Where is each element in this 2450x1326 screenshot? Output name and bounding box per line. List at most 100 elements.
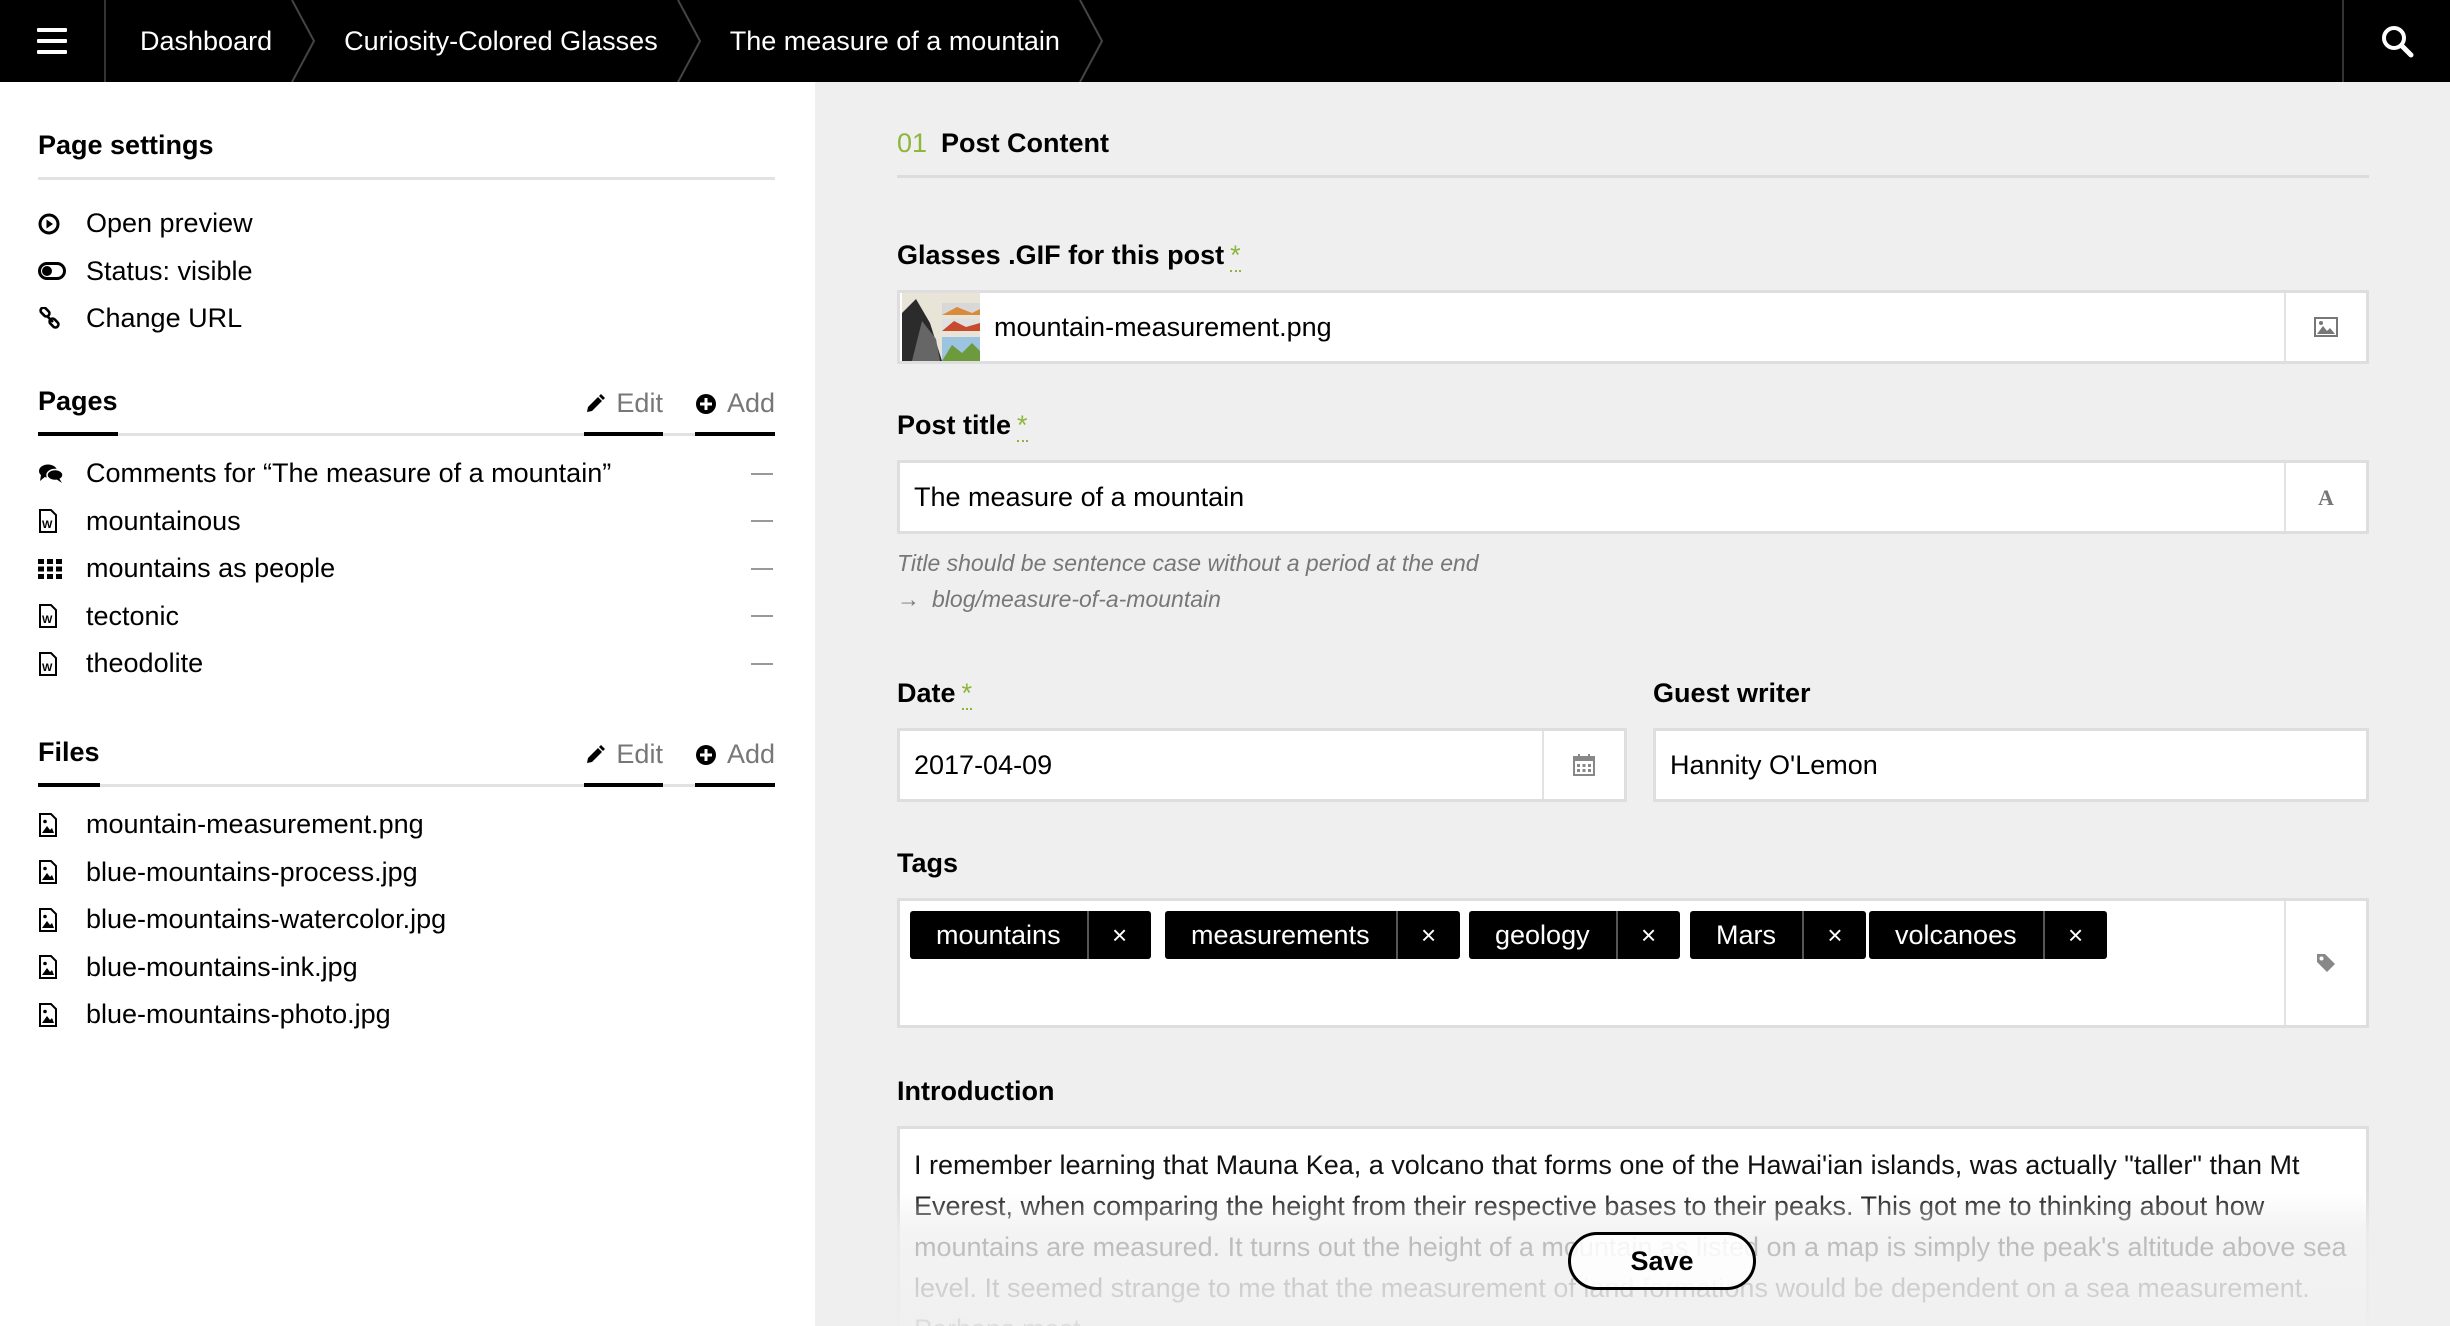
file-label: blue-mountains-ink.jpg [86,951,358,982]
file-item[interactable]: blue-mountains-process.jpg [38,849,775,897]
tag-chip[interactable]: Mars × [1690,911,1866,959]
calendar-button[interactable] [1542,731,1624,799]
introduction-label: Introduction [897,1076,1055,1106]
text-format-icon: A [2318,485,2334,509]
tag-chip[interactable]: volcanoes × [1869,911,2107,959]
image-file-icon [39,907,57,932]
play-circle-icon [38,213,60,235]
tag-chip[interactable]: measurements × [1165,911,1460,959]
url-slug: → blog/measure-of-a-mountain [897,586,1221,613]
page-more-dash[interactable] [751,472,773,475]
files-title: Files [38,737,100,787]
image-picker-button[interactable] [2284,293,2366,361]
remove-tag-icon[interactable]: × [1804,911,1866,959]
page-item-comments[interactable]: Comments for “The measure of a mountain” [38,450,775,498]
word-doc-icon: W [39,604,57,629]
save-button[interactable]: Save [1568,1232,1756,1290]
section-header: 01 Post Content [897,128,2369,178]
word-doc-icon: W [39,651,57,676]
files-edit-button[interactable]: Edit [584,739,663,787]
image-file-icon [39,1002,57,1027]
remove-tag-icon[interactable]: × [2045,911,2107,959]
pages-section: Pages Edit Add Comments for “The measure… [38,372,776,688]
required-marker: * [961,678,973,710]
word-doc-icon: W [39,509,57,534]
file-label: mountain-measurement.png [86,809,424,840]
page-item-mountainous[interactable]: W mountainous [38,498,775,546]
guest-writer-label: Guest writer [1653,678,1811,708]
file-item[interactable]: blue-mountains-ink.jpg [38,944,775,992]
pages-add-label: Add [726,388,775,418]
comments-icon [39,464,64,483]
remove-tag-icon[interactable]: × [1618,911,1680,959]
remove-tag-icon[interactable]: × [1089,911,1151,959]
breadcrumb-blog[interactable]: Curiosity-Colored Glasses [310,0,701,82]
breadcrumb-dashboard[interactable]: Dashboard [106,0,316,82]
guest-writer-value: Hannity O'Lemon [1670,749,1878,780]
page-more-dash[interactable] [751,615,773,618]
guest-writer-input[interactable]: Hannity O'Lemon [1653,728,2369,802]
search-button[interactable] [2342,0,2450,82]
breadcrumb-current-page[interactable]: The measure of a mountain [696,0,1104,82]
file-label: blue-mountains-watercolor.jpg [86,904,447,935]
file-item[interactable]: blue-mountains-photo.jpg [38,991,775,1039]
page-label: Comments for “The measure of a mountain” [86,458,612,489]
chain-link-icon [39,306,60,329]
gif-file-field[interactable]: mountain-measurement.png [897,290,2369,364]
files-header: Files Edit Add [38,723,776,787]
breadcrumb-label: Dashboard [140,25,273,56]
tags-input[interactable]: mountains × measurements × geology × Mar… [897,898,2369,1028]
tag-label: Mars [1690,911,1804,959]
menu-button[interactable] [0,0,106,82]
page-settings-section: Page settings Open preview Status: visib… [38,118,775,343]
slug-arrow-icon: → [897,586,920,612]
open-preview-item[interactable]: Open preview [38,200,775,248]
pencil-icon [587,744,606,763]
svg-text:W: W [42,614,53,626]
file-label: blue-mountains-photo.jpg [86,999,391,1030]
post-title-value: The measure of a mountain [914,481,1245,512]
change-url-item[interactable]: Change URL [38,295,775,343]
file-label: blue-mountains-process.jpg [86,856,418,887]
title-field-label: Post title * [897,410,1028,442]
section-number: 01 [897,128,928,158]
toggle-icon [38,262,66,281]
required-marker: * [1230,240,1241,272]
required-marker: * [1017,410,1028,442]
grid-icon [38,558,62,579]
status-label: Status: visible [86,255,253,286]
pages-edit-button[interactable]: Edit [584,388,663,436]
open-preview-label: Open preview [86,208,253,239]
calendar-icon [1573,754,1595,776]
breadcrumb-separator-icon [1079,0,1104,82]
title-label-text: Post title [897,410,1012,440]
files-edit-label: Edit [616,739,663,769]
page-item-mountains-as-people[interactable]: mountains as people [38,545,775,593]
sidebar: Page settings Open preview Status: visib… [0,82,815,1326]
breadcrumb-label: The measure of a mountain [729,25,1060,56]
tag-label: volcanoes [1869,911,2045,959]
page-item-theodolite[interactable]: W theodolite [38,640,775,688]
svg-text:A: A [2318,485,2334,509]
file-item[interactable]: blue-mountains-watercolor.jpg [38,896,775,944]
pencil-icon [587,393,606,412]
page-more-dash[interactable] [751,662,773,665]
tag-chip[interactable]: geology × [1469,911,1680,959]
tag-chip[interactable]: mountains × [910,911,1151,959]
remove-tag-icon[interactable]: × [1398,911,1460,959]
date-input[interactable]: 2017-04-09 [897,728,1627,802]
svg-text:W: W [42,519,53,531]
date-field-label: Date * [897,678,973,710]
introduction-textarea[interactable]: I remember learning that Mauna Kea, a vo… [897,1126,2369,1326]
file-item[interactable]: mountain-measurement.png [38,801,775,849]
image-file-icon [39,955,57,980]
page-more-dash[interactable] [751,520,773,523]
status-toggle-item[interactable]: Status: visible [38,248,775,296]
pages-add-button[interactable]: Add [694,388,776,436]
post-title-input[interactable]: The measure of a mountain A [897,460,2369,534]
page-more-dash[interactable] [751,567,773,570]
tag-label: mountains [910,911,1089,959]
gif-field-label: Glasses .GIF for this post * [897,240,1241,272]
files-add-button[interactable]: Add [694,739,776,787]
page-item-tectonic[interactable]: W tectonic [38,593,775,641]
